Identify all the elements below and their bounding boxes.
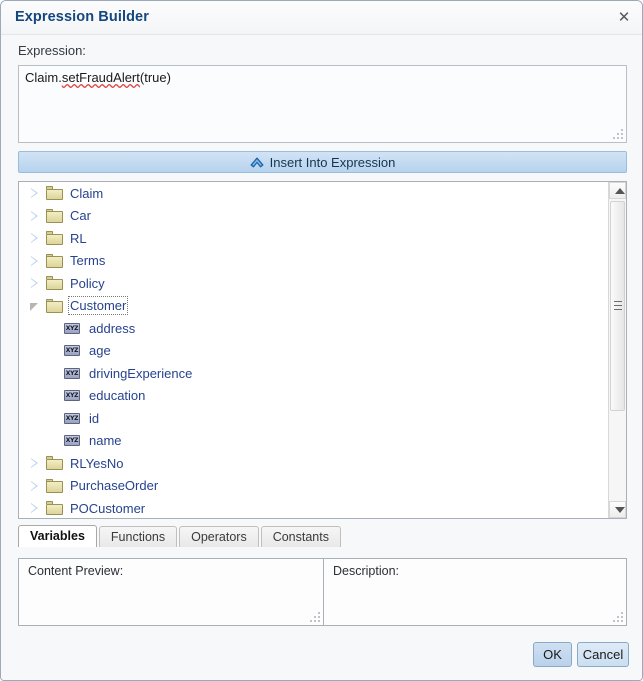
expression-input[interactable]: Claim.setFraudAlert(true) — [18, 65, 627, 143]
tree-node-label: Customer — [67, 296, 129, 316]
tree-node-label: name — [89, 433, 122, 449]
scrollbar-grip-icon — [614, 301, 622, 311]
cancel-button[interactable]: Cancel — [577, 642, 629, 667]
folder-icon — [46, 253, 63, 268]
tree-node[interactable]: Terms — [19, 250, 609, 273]
tree-node-label: Car — [70, 208, 91, 224]
tree-node-label: education — [89, 388, 146, 404]
tree-node-label: drivingExperience — [89, 365, 193, 381]
description-label: Description: — [333, 564, 399, 578]
tab-functions[interactable]: Functions — [98, 526, 178, 547]
expand-triangle-icon[interactable] — [27, 230, 43, 246]
tree-node-label: PurchaseOrder — [70, 478, 159, 494]
tree-node[interactable]: PurchaseOrder — [19, 475, 609, 498]
expression-misspelled: setFraudAlert — [61, 70, 140, 85]
tree-node[interactable]: Policy — [19, 272, 609, 295]
expression-suffix: (true) — [139, 70, 171, 85]
folder-icon — [46, 231, 63, 246]
tree-node[interactable]: RL — [19, 227, 609, 250]
builder-tabs: Variables Functions Operators Constants — [18, 525, 627, 547]
variables-tree-panel: Claim Car RL Terms Policy Customer XYZ address X… — [18, 181, 627, 519]
tree-node[interactable]: RLYesNo — [19, 452, 609, 475]
tree-node[interactable]: XYZ age — [19, 340, 609, 363]
dialog-titlebar: Expression Builder ✕ — [1, 1, 642, 35]
close-icon[interactable]: ✕ — [614, 8, 634, 28]
tree-node[interactable]: XYZ education — [19, 385, 609, 408]
folder-icon — [46, 456, 63, 471]
tree-node[interactable]: Claim — [19, 182, 609, 205]
expression-value: Claim.setFraudAlert(true) — [25, 70, 171, 85]
insert-into-expression-button[interactable]: Insert Into Expression — [18, 151, 627, 173]
tree-node-label: RL — [70, 230, 87, 246]
variable-xyz-icon: XYZ — [64, 435, 80, 447]
scroll-up-arrow-icon[interactable] — [609, 182, 626, 199]
tree-node-label: POCustomer — [70, 500, 146, 516]
tree-node[interactable]: Customer — [19, 295, 609, 318]
expression-label: Expression: — [18, 43, 86, 58]
chevron-up-icon — [250, 157, 264, 167]
tab-variables[interactable]: Variables — [18, 525, 97, 547]
variable-xyz-icon: XYZ — [64, 367, 80, 379]
folder-icon — [46, 478, 63, 493]
folder-icon — [46, 501, 63, 516]
content-preview-label: Content Preview: — [28, 564, 124, 578]
tree-node[interactable]: XYZ drivingExperience — [19, 362, 609, 385]
variable-xyz-icon: XYZ — [64, 390, 80, 402]
variables-tree[interactable]: Claim Car RL Terms Policy Customer XYZ address X… — [19, 182, 609, 518]
expand-triangle-icon[interactable] — [27, 478, 43, 494]
variable-xyz-icon: XYZ — [64, 322, 80, 334]
dialog-title: Expression Builder — [15, 9, 149, 25]
expand-triangle-icon[interactable] — [27, 275, 43, 291]
preview-row: Content Preview: Description: — [18, 558, 627, 626]
collapse-triangle-icon[interactable] — [27, 298, 43, 314]
expression-resize-grip[interactable] — [612, 128, 623, 139]
tab-operators[interactable]: Operators — [179, 526, 259, 547]
expression-builder-dialog: Expression Builder ✕ Expression: Claim.s… — [0, 0, 643, 681]
expression-prefix: Claim. — [25, 70, 62, 85]
variable-xyz-icon: XYZ — [64, 345, 80, 357]
dialog-footer: OK Cancel — [1, 630, 642, 680]
tree-node-label: id — [89, 410, 100, 426]
expand-triangle-icon[interactable] — [27, 455, 43, 471]
tree-node-label: age — [89, 343, 111, 359]
content-preview-pane[interactable]: Content Preview: — [18, 558, 323, 626]
tree-node-label: Terms — [70, 253, 106, 269]
folder-icon — [46, 298, 63, 313]
folder-icon — [46, 186, 63, 201]
tree-node-label: RLYesNo — [70, 455, 124, 471]
tree-node[interactable]: XYZ id — [19, 407, 609, 430]
ok-button[interactable]: OK — [533, 642, 572, 667]
tree-vertical-scrollbar[interactable] — [608, 182, 626, 518]
variable-xyz-icon: XYZ — [64, 412, 80, 424]
tree-node-label: address — [89, 320, 136, 336]
tree-node-label: Claim — [70, 185, 104, 201]
description-pane[interactable]: Description: — [323, 558, 627, 626]
tree-node[interactable]: POCustomer — [19, 497, 609, 518]
scroll-down-arrow-icon[interactable] — [609, 501, 626, 518]
tree-node[interactable]: Car — [19, 205, 609, 228]
tree-node[interactable]: XYZ address — [19, 317, 609, 340]
tab-constants[interactable]: Constants — [260, 526, 341, 547]
expand-triangle-icon[interactable] — [27, 208, 43, 224]
tree-node[interactable]: XYZ name — [19, 430, 609, 453]
tree-node-label: Policy — [70, 275, 105, 291]
folder-icon — [46, 276, 63, 291]
expand-triangle-icon[interactable] — [27, 253, 43, 269]
expand-triangle-icon[interactable] — [27, 500, 43, 516]
scrollbar-thumb[interactable] — [610, 201, 625, 411]
description-resize-grip[interactable] — [612, 611, 623, 622]
insert-into-expression-label: Insert Into Expression — [269, 154, 396, 170]
content-preview-resize-grip[interactable] — [309, 611, 320, 622]
expand-triangle-icon[interactable] — [27, 185, 43, 201]
folder-icon — [46, 208, 63, 223]
